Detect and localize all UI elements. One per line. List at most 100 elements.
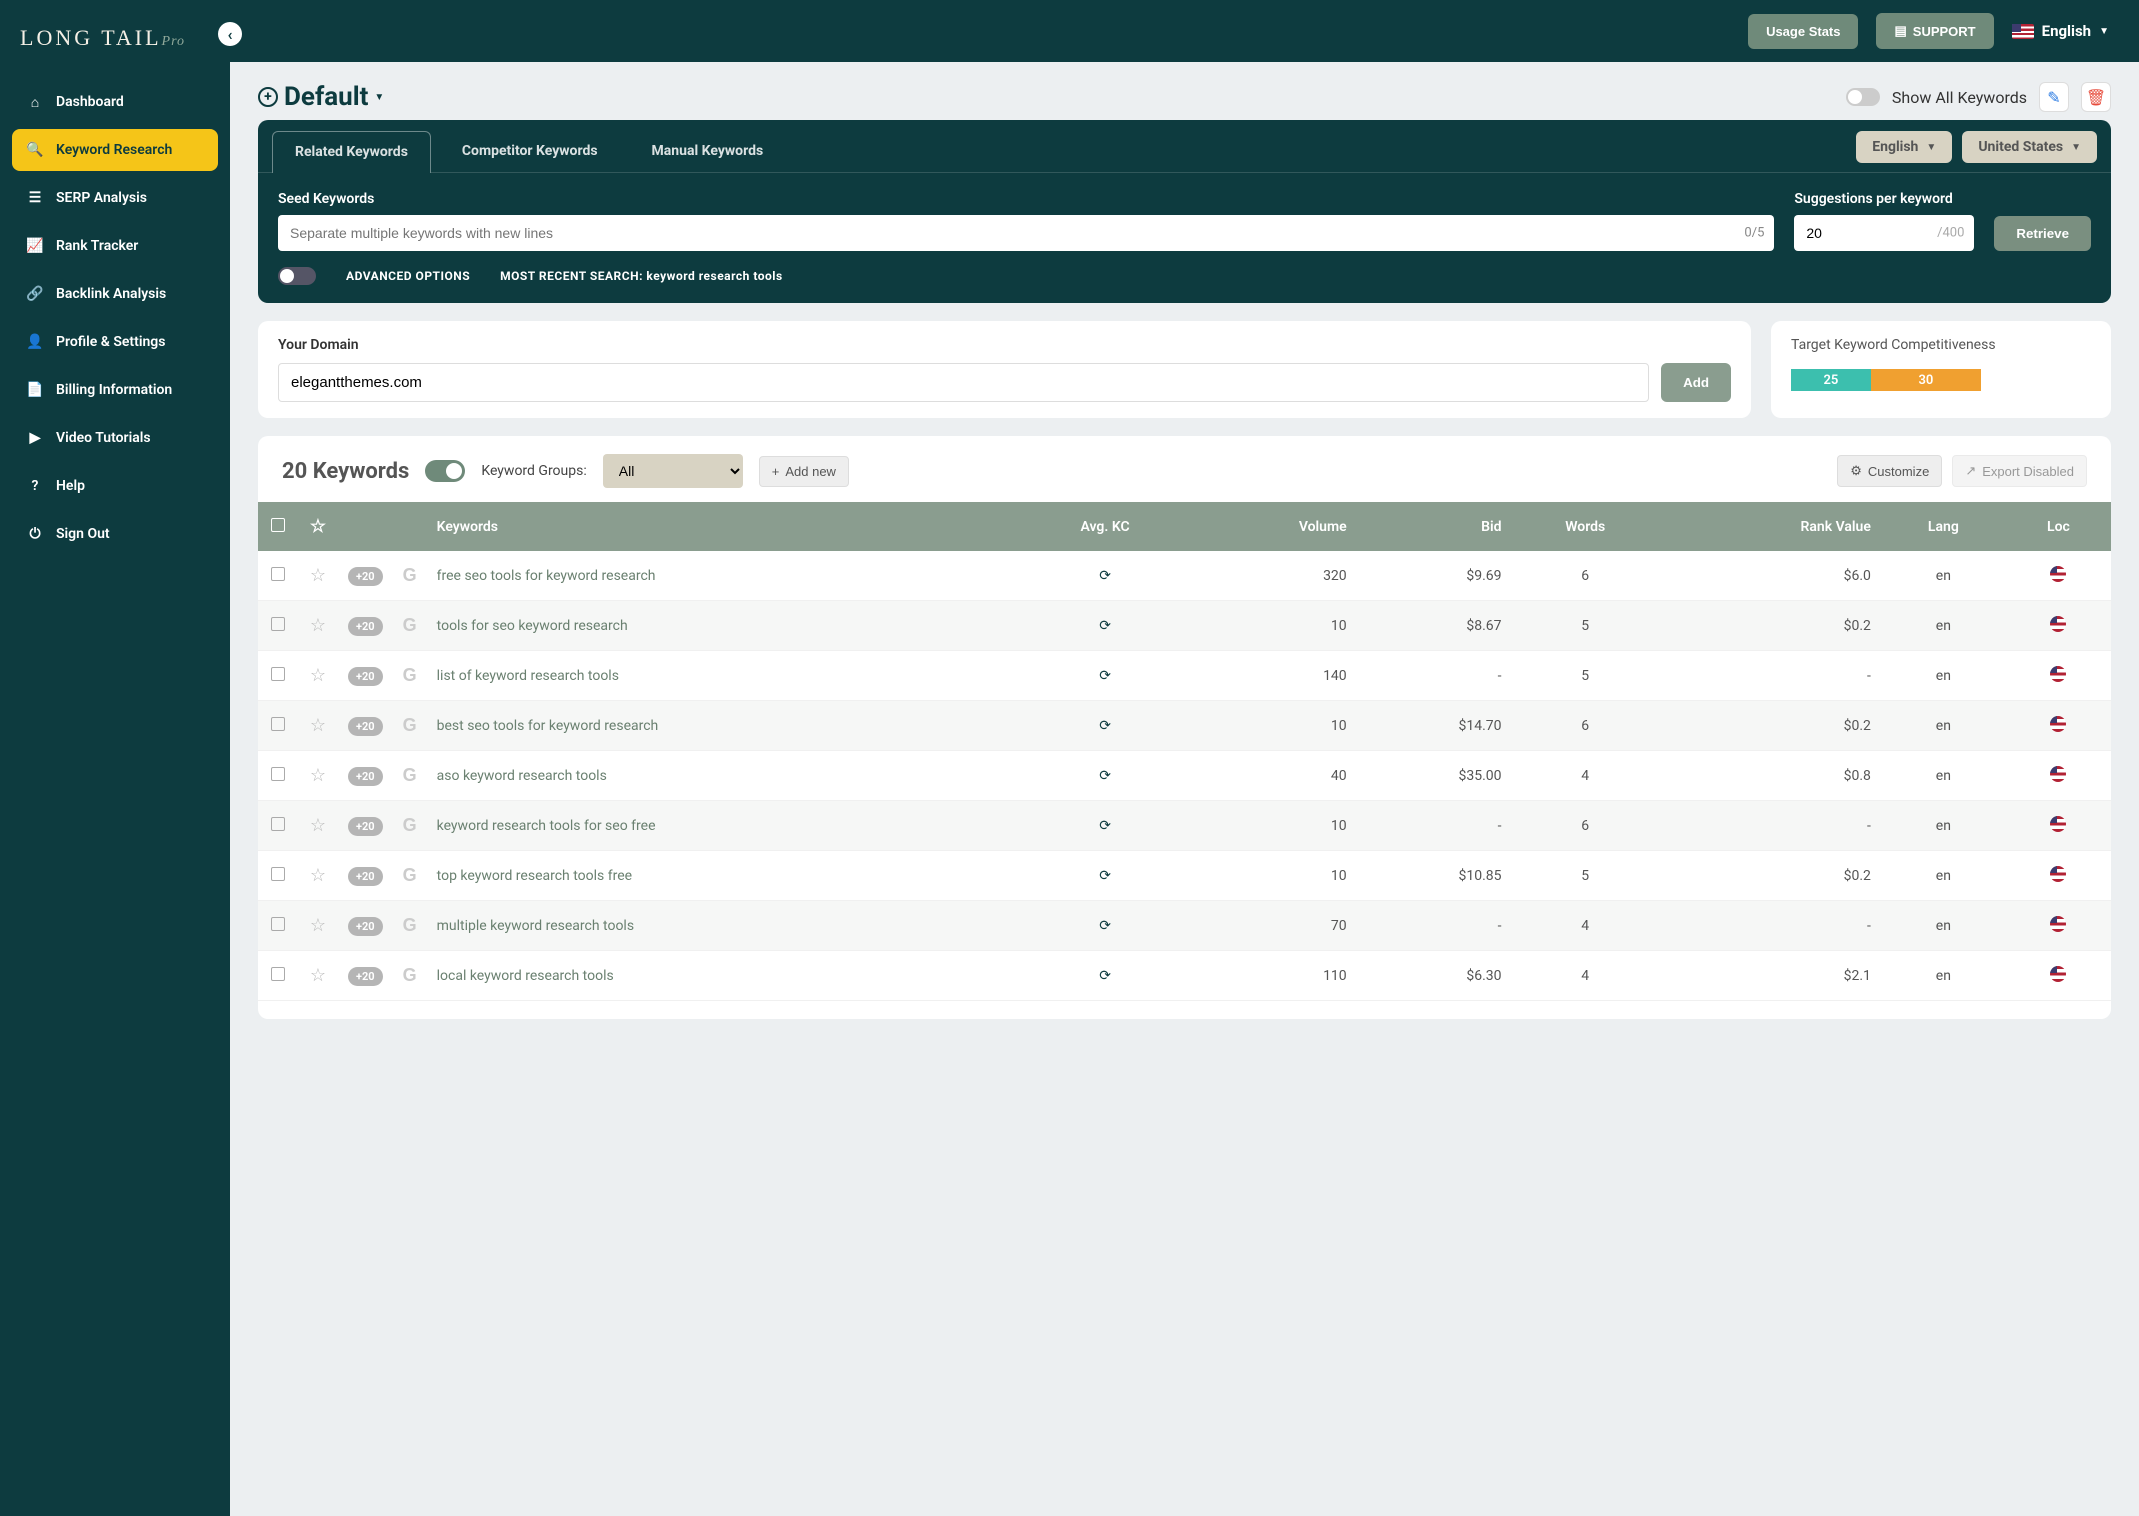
row-checkbox[interactable] — [271, 667, 285, 681]
support-button[interactable]: ▤ SUPPORT — [1876, 13, 1993, 49]
keywords-toggle[interactable] — [425, 460, 465, 482]
google-icon[interactable]: G — [403, 915, 417, 935]
row-checkbox[interactable] — [271, 567, 285, 581]
keyword-link[interactable]: free seo tools for keyword research — [437, 568, 656, 584]
star-icon[interactable]: ☆ — [310, 665, 326, 686]
expand-plus20-button[interactable]: +20 — [348, 867, 383, 886]
star-icon[interactable]: ☆ — [310, 865, 326, 886]
table-row: ☆ +20 G keyword research tools for seo f… — [258, 801, 2111, 851]
expand-plus20-button[interactable]: +20 — [348, 567, 383, 586]
retrieve-button[interactable]: Retrieve — [1994, 216, 2091, 251]
keyword-link[interactable]: multiple keyword research tools — [437, 918, 634, 934]
col-bid[interactable]: Bid — [1357, 502, 1512, 551]
sidebar-item-billing-information[interactable]: 📄Billing Information — [12, 369, 218, 411]
refresh-kc-icon[interactable]: ⟳ — [1099, 818, 1111, 834]
delete-project-button[interactable]: 🗑 — [2081, 82, 2111, 112]
google-icon[interactable]: G — [403, 565, 417, 585]
col-avgkc[interactable]: Avg. KC — [1020, 502, 1190, 551]
row-checkbox[interactable] — [271, 967, 285, 981]
star-icon[interactable]: ☆ — [310, 965, 326, 986]
expand-plus20-button[interactable]: +20 — [348, 817, 383, 836]
refresh-kc-icon[interactable]: ⟳ — [1099, 668, 1111, 684]
advanced-options-toggle[interactable] — [278, 267, 316, 285]
google-icon[interactable]: G — [403, 965, 417, 985]
language-filter[interactable]: English▼ — [1856, 131, 1952, 163]
star-icon[interactable]: ☆ — [310, 715, 326, 736]
sidebar-collapse-button[interactable]: ‹ — [218, 22, 242, 46]
row-checkbox[interactable] — [271, 817, 285, 831]
star-icon[interactable]: ☆ — [310, 815, 326, 836]
sidebar-item-dashboard[interactable]: ⌂Dashboard — [12, 81, 218, 123]
keyword-link[interactable]: aso keyword research tools — [437, 768, 607, 784]
add-domain-button[interactable]: Add — [1661, 363, 1731, 402]
google-icon[interactable]: G — [403, 815, 417, 835]
sidebar-item-keyword-research[interactable]: 🔍Keyword Research — [12, 129, 218, 171]
edit-project-button[interactable]: ✎ — [2039, 82, 2069, 112]
sidebar-item-serp-analysis[interactable]: ☰SERP Analysis — [12, 177, 218, 219]
keyword-link[interactable]: best seo tools for keyword research — [437, 718, 659, 734]
expand-plus20-button[interactable]: +20 — [348, 967, 383, 986]
select-all-checkbox[interactable] — [271, 518, 285, 532]
keyword-groups-select[interactable]: All — [603, 454, 743, 488]
google-icon[interactable]: G — [403, 665, 417, 685]
google-icon[interactable]: G — [403, 865, 417, 885]
col-keywords[interactable]: Keywords — [427, 502, 1020, 551]
refresh-kc-icon[interactable]: ⟳ — [1099, 618, 1111, 634]
keyword-link[interactable]: top keyword research tools free — [437, 868, 632, 884]
keyword-link[interactable]: keyword research tools for seo free — [437, 818, 656, 834]
row-checkbox[interactable] — [271, 767, 285, 781]
tab-competitor-keywords[interactable]: Competitor Keywords — [439, 130, 621, 172]
table-row: ☆ +20 G local keyword research tools ⟳ 1… — [258, 951, 2111, 1001]
star-icon[interactable]: ☆ — [310, 565, 326, 586]
star-header-icon[interactable]: ☆ — [310, 516, 326, 537]
usage-stats-button[interactable]: Usage Stats — [1748, 14, 1858, 49]
keyword-link[interactable]: tools for seo keyword research — [437, 618, 628, 634]
star-icon[interactable]: ☆ — [310, 915, 326, 936]
refresh-kc-icon[interactable]: ⟳ — [1099, 868, 1111, 884]
sidebar-item-video-tutorials[interactable]: ▶Video Tutorials — [12, 417, 218, 459]
google-icon[interactable]: G — [403, 765, 417, 785]
refresh-kc-icon[interactable]: ⟳ — [1099, 918, 1111, 934]
language-selector[interactable]: English ▼ — [2012, 22, 2109, 40]
star-icon[interactable]: ☆ — [310, 615, 326, 636]
col-loc[interactable]: Loc — [2006, 502, 2111, 551]
sidebar-item-rank-tracker[interactable]: 📈Rank Tracker — [12, 225, 218, 267]
col-rankvalue[interactable]: Rank Value — [1659, 502, 1881, 551]
refresh-kc-icon[interactable]: ⟳ — [1099, 568, 1111, 584]
col-lang[interactable]: Lang — [1881, 502, 2006, 551]
expand-plus20-button[interactable]: +20 — [348, 667, 383, 686]
add-new-group-button[interactable]: + Add new — [759, 456, 849, 487]
expand-plus20-button[interactable]: +20 — [348, 917, 383, 936]
show-all-keywords-toggle[interactable] — [1846, 88, 1880, 106]
col-volume[interactable]: Volume — [1190, 502, 1357, 551]
domain-input[interactable] — [278, 363, 1649, 402]
cell-volume: 10 — [1190, 801, 1357, 851]
sidebar-item-help[interactable]: ?Help — [12, 465, 218, 507]
row-checkbox[interactable] — [271, 867, 285, 881]
country-filter[interactable]: United States▼ — [1962, 131, 2097, 163]
google-icon[interactable]: G — [403, 615, 417, 635]
sidebar-item-backlink-analysis[interactable]: 🔗Backlink Analysis — [12, 273, 218, 315]
star-icon[interactable]: ☆ — [310, 765, 326, 786]
row-checkbox[interactable] — [271, 717, 285, 731]
col-words[interactable]: Words — [1512, 502, 1659, 551]
refresh-kc-icon[interactable]: ⟳ — [1099, 968, 1111, 984]
seed-keywords-input[interactable] — [278, 215, 1774, 251]
refresh-kc-icon[interactable]: ⟳ — [1099, 768, 1111, 784]
google-icon[interactable]: G — [403, 715, 417, 735]
sidebar-item-profile-settings[interactable]: 👤Profile & Settings — [12, 321, 218, 363]
expand-plus20-button[interactable]: +20 — [348, 617, 383, 636]
refresh-kc-icon[interactable]: ⟳ — [1099, 718, 1111, 734]
expand-plus20-button[interactable]: +20 — [348, 767, 383, 786]
project-selector[interactable]: + Default ▼ — [258, 82, 384, 112]
tab-manual-keywords[interactable]: Manual Keywords — [629, 130, 787, 172]
keyword-link[interactable]: local keyword research tools — [437, 968, 614, 984]
kc-bar[interactable]: 25 30 — [1791, 369, 1981, 391]
tab-related-keywords[interactable]: Related Keywords — [272, 131, 431, 173]
sidebar-item-sign-out[interactable]: ⏻Sign Out — [12, 513, 218, 555]
expand-plus20-button[interactable]: +20 — [348, 717, 383, 736]
customize-button[interactable]: ⚙ Customize — [1837, 455, 1942, 487]
keyword-link[interactable]: list of keyword research tools — [437, 668, 619, 684]
row-checkbox[interactable] — [271, 617, 285, 631]
row-checkbox[interactable] — [271, 917, 285, 931]
